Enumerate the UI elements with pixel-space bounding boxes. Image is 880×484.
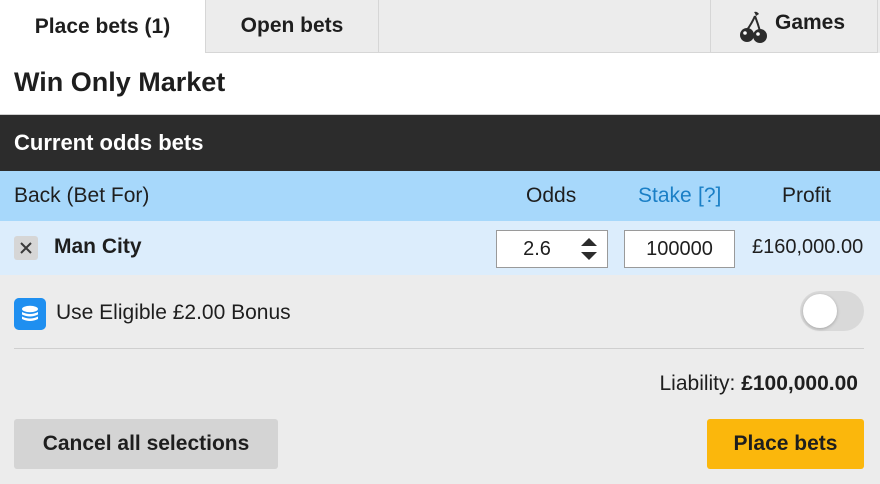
selection-name: Man City (54, 235, 142, 258)
liability-label: Liability: (659, 372, 736, 395)
column-back: Back (Bet For) (14, 184, 150, 207)
tab-open-bets[interactable]: Open bets (206, 0, 379, 53)
tab-open-bets-label: Open bets (240, 14, 344, 37)
tab-bar-spacer (379, 0, 710, 53)
column-header: Back (Bet For) Odds Stake [?] Profit (0, 171, 880, 221)
tab-games[interactable]: Games (710, 0, 878, 53)
profit-value: £160,000.00 (752, 236, 864, 258)
odds-input[interactable] (497, 231, 577, 267)
chevron-up-icon[interactable] (579, 235, 599, 248)
liability-value: £100,000.00 (741, 372, 858, 395)
tab-place-bets[interactable]: Place bets (1) (0, 0, 206, 53)
place-bets-button[interactable]: Place bets (707, 419, 864, 469)
liability: Liability: £100,000.00 (659, 372, 858, 396)
bonus-toggle-knob (803, 294, 837, 328)
stake-field (624, 230, 735, 268)
bonus-toggle[interactable] (800, 291, 864, 331)
cherry-icon (740, 11, 767, 43)
odds-stepper-controls (579, 235, 599, 263)
close-icon (20, 242, 32, 254)
tab-place-bets-label: Place bets (1) (34, 14, 171, 38)
remove-selection-button[interactable] (14, 236, 38, 260)
stake-help-link[interactable]: [?] (698, 184, 721, 208)
cancel-all-selections-button[interactable]: Cancel all selections (14, 419, 278, 469)
chevron-down-icon[interactable] (579, 250, 599, 263)
bonus-row: Use Eligible £2.00 Bonus (14, 275, 864, 349)
selection-row: Man City £160,000.00 (0, 221, 880, 275)
bet-slip-tabs: Place bets (1) Open bets Games (0, 0, 880, 53)
column-odds: Odds (526, 184, 577, 207)
section-title: Current odds bets (14, 130, 204, 155)
market-title: Win Only Market (14, 67, 226, 97)
coins-icon (14, 298, 46, 330)
market-header: Win Only Market (0, 53, 880, 115)
tab-games-label: Games (775, 11, 846, 34)
column-profit: Profit (782, 184, 832, 207)
section-header: Current odds bets (0, 115, 880, 171)
stake-input[interactable] (625, 231, 734, 267)
column-stake: Stake (638, 184, 692, 207)
bonus-label: Use Eligible £2.00 Bonus (56, 301, 291, 324)
odds-stepper (496, 230, 608, 268)
